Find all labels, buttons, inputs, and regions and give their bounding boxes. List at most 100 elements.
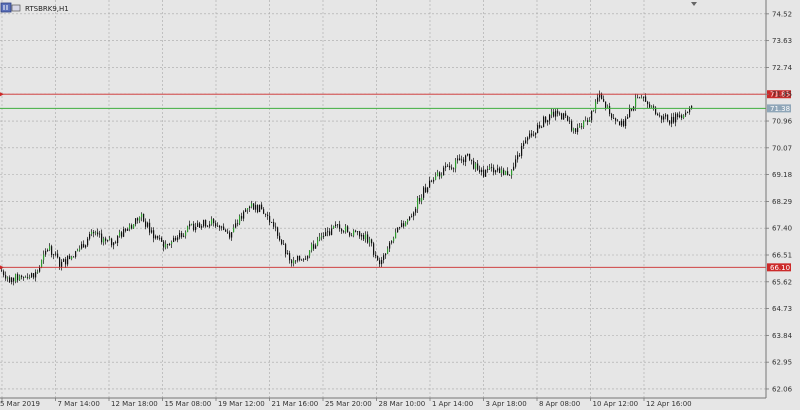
candle-body — [217, 225, 219, 227]
candle-body — [327, 231, 329, 233]
candle-body — [323, 235, 325, 237]
candle-body — [7, 277, 9, 279]
candle-body — [133, 224, 135, 229]
candle-body — [225, 229, 227, 232]
candle-body — [255, 205, 257, 210]
candle-body — [525, 140, 527, 144]
candle-body — [307, 255, 309, 259]
candle-body — [119, 232, 121, 237]
candle-body — [257, 205, 259, 213]
candle-body — [621, 120, 623, 126]
candle-body — [269, 215, 271, 223]
candle — [619, 121, 621, 126]
candle-body — [129, 225, 131, 229]
x-tick-label: 12 Apr 16:00 — [646, 400, 692, 408]
candle-body — [99, 233, 101, 235]
candle-body — [97, 232, 99, 235]
candle-body — [113, 242, 115, 246]
candle-body — [593, 110, 595, 111]
candle-body — [195, 226, 197, 230]
candle-body — [231, 232, 233, 238]
candle-body — [453, 168, 455, 170]
candle-body — [167, 244, 169, 245]
time-axis[interactable]: 5 Mar 2019 7 Mar 14:00 12 Mar 18:00 15 Mar … — [0, 397, 766, 408]
candle-body — [657, 113, 659, 116]
candle-body — [141, 213, 143, 218]
candle-body — [527, 137, 529, 141]
candle-body — [15, 274, 17, 282]
candle — [41, 259, 43, 269]
candle-body — [459, 158, 461, 161]
candle-body — [623, 120, 625, 126]
candle-body — [185, 232, 187, 236]
candle-body — [439, 172, 441, 177]
candle-body — [529, 133, 531, 138]
one-click-trading-icon[interactable] — [0, 2, 12, 13]
candle-body — [537, 125, 539, 133]
candle-body — [613, 117, 615, 119]
candle-body — [251, 203, 253, 207]
candle-body — [607, 106, 609, 108]
candle-body — [341, 228, 343, 232]
candle-body — [125, 229, 127, 231]
candle-body — [437, 172, 439, 177]
candle-body — [473, 160, 475, 169]
candle-body — [95, 232, 97, 234]
candle-body — [117, 236, 119, 243]
candle-body — [131, 225, 133, 229]
candle-body — [227, 231, 229, 233]
candle — [143, 213, 145, 223]
candle — [397, 227, 399, 233]
candle-body — [343, 231, 345, 233]
candle-body — [289, 253, 291, 261]
candle-body — [389, 242, 391, 249]
candle-body — [109, 238, 111, 240]
candle-body — [475, 163, 477, 169]
candle-body — [5, 275, 7, 279]
candle-body — [53, 254, 55, 256]
candle-body — [163, 241, 165, 248]
x-tick-label: 7 Mar 14:00 — [58, 400, 100, 408]
candle-body — [273, 221, 275, 227]
candle-body — [507, 171, 509, 175]
candle-body — [659, 115, 661, 117]
candle-body — [295, 260, 297, 262]
candle-body — [513, 166, 515, 171]
candle-body — [149, 222, 151, 233]
candle-body — [543, 116, 545, 127]
candle-body — [597, 97, 599, 102]
candle-body — [589, 120, 591, 122]
candle-body — [515, 159, 517, 167]
candle-body — [115, 242, 117, 244]
candle-body — [395, 232, 397, 239]
candle-body — [619, 121, 621, 126]
candle-body — [387, 248, 389, 254]
candle-body — [79, 248, 81, 251]
candle-body — [211, 219, 213, 225]
candle-body — [687, 112, 689, 114]
candle — [257, 204, 259, 214]
candle-body — [121, 232, 123, 237]
candle-body — [329, 231, 331, 235]
candle-body — [481, 169, 483, 172]
chart-window-icon[interactable] — [11, 4, 21, 12]
candle-body — [549, 114, 551, 121]
candle-body — [139, 217, 141, 221]
candle-body — [181, 232, 183, 237]
candle-body — [673, 116, 675, 123]
candle-body — [433, 179, 435, 182]
candle-body — [35, 272, 37, 278]
candle-body — [47, 250, 49, 251]
y-tick-label: 72.74 — [772, 64, 793, 72]
candle-body — [509, 174, 511, 176]
candle-body — [603, 98, 605, 102]
x-tick-label: 19 Mar 12:00 — [218, 400, 265, 408]
candle-body — [313, 244, 315, 249]
candle-body — [361, 234, 363, 237]
candle-body — [145, 221, 147, 227]
candle-body — [519, 155, 521, 157]
y-tick-label: 69.18 — [772, 171, 792, 179]
price-chart[interactable]: 71.8571.3866.10 74.5273.6372.7471.8570.9… — [0, 0, 800, 410]
candle-body — [551, 111, 553, 115]
candle-body — [89, 233, 91, 239]
